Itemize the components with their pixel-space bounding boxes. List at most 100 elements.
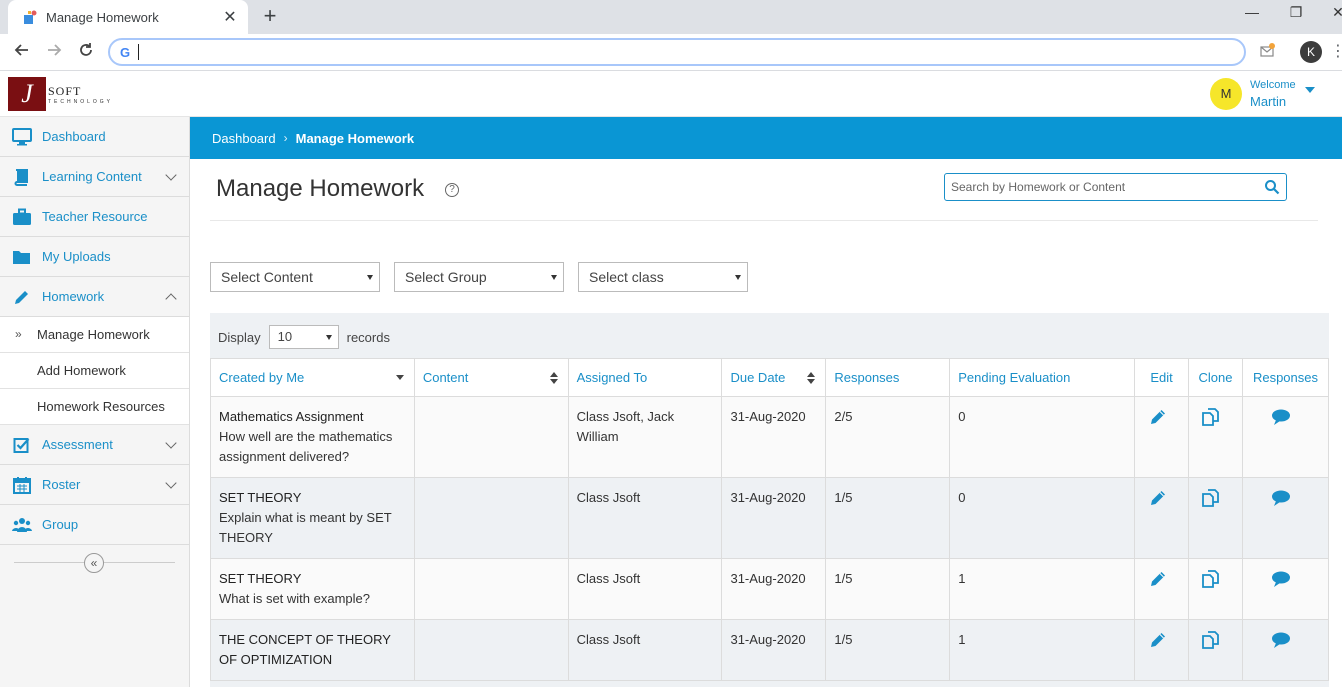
address-input[interactable] <box>139 42 1244 62</box>
cell-responses: 1/5 <box>825 619 951 681</box>
clone-icon[interactable] <box>1201 569 1221 589</box>
table-row: SET THEORY Explain what is meant by SET … <box>210 477 1330 559</box>
cell-created-by-me: THE CONCEPT OF THEORY OF OPTIMIZATION <box>210 619 415 681</box>
logo-mark-icon: J <box>8 77 46 111</box>
profile-avatar[interactable]: K <box>1300 41 1322 63</box>
homework-title[interactable]: SET THEORY <box>219 488 406 508</box>
clone-icon[interactable] <box>1201 407 1221 427</box>
edit-pencil-icon[interactable] <box>1148 407 1168 427</box>
cell-edit <box>1134 558 1190 620</box>
sidebar-item-label: Group <box>42 517 79 532</box>
sidebar-item-learning-content[interactable]: Learning Content <box>0 157 189 197</box>
browser-tab[interactable]: Manage Homework ✕ <box>8 0 248 34</box>
window-minimize-button[interactable]: — <box>1240 4 1264 26</box>
comment-bubble-icon[interactable] <box>1271 488 1291 508</box>
new-tab-button[interactable]: + <box>258 4 282 28</box>
select-content-dropdown[interactable]: Select Content <box>210 262 380 292</box>
help-icon[interactable]: ? <box>445 183 459 197</box>
clone-icon[interactable] <box>1201 630 1221 650</box>
cell-pending-evaluation: 1 <box>949 619 1136 681</box>
homework-title[interactable]: THE CONCEPT OF THEORY OF OPTIMIZATION <box>219 630 406 670</box>
sidebar-subitem-homework-resources[interactable]: Homework Resources <box>0 389 189 425</box>
window-close-button[interactable]: ✕ <box>1326 4 1342 26</box>
column-header-pending-evaluation[interactable]: Pending Evaluation <box>949 358 1136 397</box>
cell-edit <box>1134 619 1190 681</box>
clone-icon[interactable] <box>1201 488 1221 508</box>
cell-clone <box>1188 558 1243 620</box>
search-input[interactable] <box>951 180 1264 194</box>
sidebar-item-homework[interactable]: Homework <box>0 277 189 317</box>
sidebar-item-teacher-resource[interactable]: Teacher Resource <box>0 197 189 237</box>
back-arrow-icon[interactable] <box>10 40 34 64</box>
pencil-icon <box>12 288 32 306</box>
app-favicon-icon <box>24 10 37 24</box>
monitor-icon <box>12 127 32 146</box>
user-menu-caret-icon[interactable] <box>1305 87 1315 93</box>
tab-close-icon[interactable]: ✕ <box>222 7 238 27</box>
sidebar-item-dashboard[interactable]: Dashboard <box>0 117 189 157</box>
comment-bubble-icon[interactable] <box>1271 630 1291 650</box>
sidebar-item-label: Roster <box>42 477 81 492</box>
breadcrumb-home-link[interactable]: Dashboard <box>212 131 276 146</box>
edit-pencil-icon[interactable] <box>1148 569 1168 589</box>
sidebar: Dashboard Learning Content Teacher Resou… <box>0 117 190 687</box>
sidebar-item-label: My Uploads <box>42 249 111 264</box>
page-size-select[interactable]: 10 <box>268 325 339 349</box>
column-header-label: Due Date <box>730 370 786 385</box>
edit-pencil-icon[interactable] <box>1148 488 1168 508</box>
cell-assigned-to: Class Jsoft <box>567 558 723 620</box>
username[interactable]: Martin <box>1250 94 1286 109</box>
sidebar-subitem-label: Add Homework <box>37 363 126 378</box>
homework-description: How well are the mathematics assignment … <box>219 429 393 464</box>
column-header-label: Content <box>422 370 469 385</box>
sidebar-collapse-row: « <box>0 545 189 581</box>
search-icon[interactable] <box>1264 179 1280 195</box>
cell-assigned-to: Class Jsoft <box>567 619 723 681</box>
chevron-down-icon[interactable] <box>165 477 177 489</box>
extension-icon[interactable] <box>1258 42 1276 60</box>
user-avatar[interactable]: M <box>1210 78 1242 110</box>
cell-assigned-to: Class Jsoft, Jack William <box>567 396 723 478</box>
select-class-value: Select class <box>589 269 664 285</box>
browser-menu-icon[interactable]: ⋮ <box>1330 40 1342 64</box>
cell-pending-evaluation: 0 <box>949 477 1136 559</box>
app-header: J SOFT TECHNOLOGY M Welcome Martin <box>0 71 1342 117</box>
column-header-label: Responses <box>1252 370 1318 385</box>
collapse-sidebar-button[interactable]: « <box>84 553 104 573</box>
homework-title[interactable]: Mathematics Assignment <box>219 407 406 427</box>
sidebar-item-assessment[interactable]: Assessment <box>0 425 189 465</box>
column-header-assigned-to[interactable]: Assigned To <box>567 358 723 397</box>
sidebar-subitem-manage-homework[interactable]: » Manage Homework <box>0 317 189 353</box>
window-restore-button[interactable]: ❐ <box>1284 4 1308 26</box>
chevron-up-icon[interactable] <box>165 293 177 305</box>
select-group-value: Select Group <box>405 269 487 285</box>
column-header-due-date[interactable]: Due Date <box>721 358 827 397</box>
select-class-dropdown[interactable]: Select class <box>578 262 748 292</box>
column-header-content[interactable]: Content <box>413 358 569 397</box>
sidebar-item-group[interactable]: Group <box>0 505 189 545</box>
forward-arrow-icon[interactable] <box>42 40 66 64</box>
address-bar[interactable]: G <box>108 38 1246 66</box>
users-icon <box>12 516 32 534</box>
page-size-value: 10 <box>277 329 293 344</box>
select-content-value: Select Content <box>221 269 313 285</box>
homework-title[interactable]: SET THEORY <box>219 569 406 589</box>
comment-bubble-icon[interactable] <box>1271 407 1291 427</box>
cell-content <box>413 477 569 559</box>
sidebar-item-my-uploads[interactable]: My Uploads <box>0 237 189 277</box>
comment-bubble-icon[interactable] <box>1271 569 1291 589</box>
column-header-clone: Clone <box>1188 358 1243 397</box>
briefcase-icon <box>12 208 32 226</box>
column-header-responses[interactable]: Responses <box>825 358 951 397</box>
chevron-down-icon[interactable] <box>165 169 177 181</box>
welcome-label: Welcome <box>1250 79 1296 91</box>
column-header-created-by-me[interactable]: Created by Me <box>210 358 415 397</box>
select-group-dropdown[interactable]: Select Group <box>394 262 564 292</box>
company-logo[interactable]: J SOFT TECHNOLOGY <box>8 77 138 111</box>
edit-pencil-icon[interactable] <box>1148 630 1168 650</box>
chevron-down-icon[interactable] <box>165 437 177 449</box>
breadcrumb: Dashboard › Manage Homework <box>190 117 1342 159</box>
reload-icon[interactable] <box>74 40 98 64</box>
sidebar-item-roster[interactable]: Roster <box>0 465 189 505</box>
sidebar-subitem-add-homework[interactable]: Add Homework <box>0 353 189 389</box>
